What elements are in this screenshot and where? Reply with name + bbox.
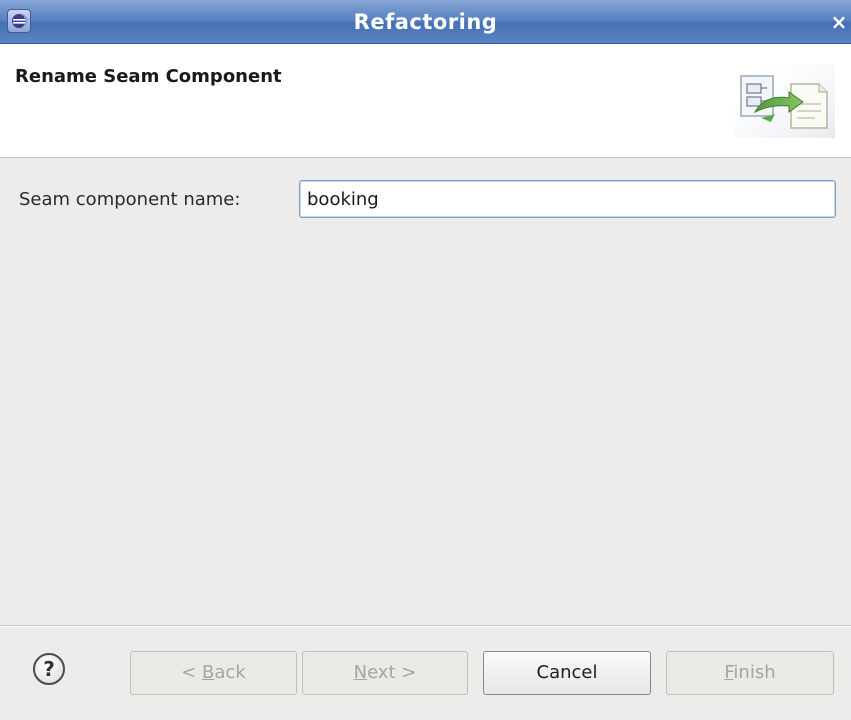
- cancel-button[interactable]: Cancel: [483, 651, 651, 695]
- refactoring-dialog: Refactoring × Rename Seam Component Seam…: [0, 0, 851, 720]
- component-name-label: Seam component name:: [19, 189, 241, 210]
- title-bar[interactable]: Refactoring ×: [0, 0, 851, 44]
- help-icon[interactable]: ?: [33, 653, 65, 685]
- close-icon[interactable]: ×: [827, 9, 851, 35]
- back-button-mnemonic: B: [202, 662, 215, 683]
- finish-button[interactable]: Finish: [666, 651, 834, 695]
- back-button-prefix: <: [181, 662, 203, 683]
- next-button[interactable]: Next >: [302, 651, 468, 695]
- page-title: Rename Seam Component: [15, 66, 282, 87]
- finish-button-rest: inish: [733, 662, 776, 683]
- wizard-banner: Rename Seam Component: [0, 44, 851, 158]
- button-bar-separator: [0, 625, 851, 627]
- next-button-mnemonic: N: [353, 662, 368, 683]
- window-title: Refactoring: [353, 10, 498, 34]
- component-name-input[interactable]: [299, 180, 836, 218]
- rename-refactoring-icon: [735, 64, 835, 138]
- back-button-rest: ack: [214, 662, 246, 683]
- next-button-rest: ext >: [367, 662, 417, 683]
- back-button[interactable]: < Back: [130, 651, 297, 695]
